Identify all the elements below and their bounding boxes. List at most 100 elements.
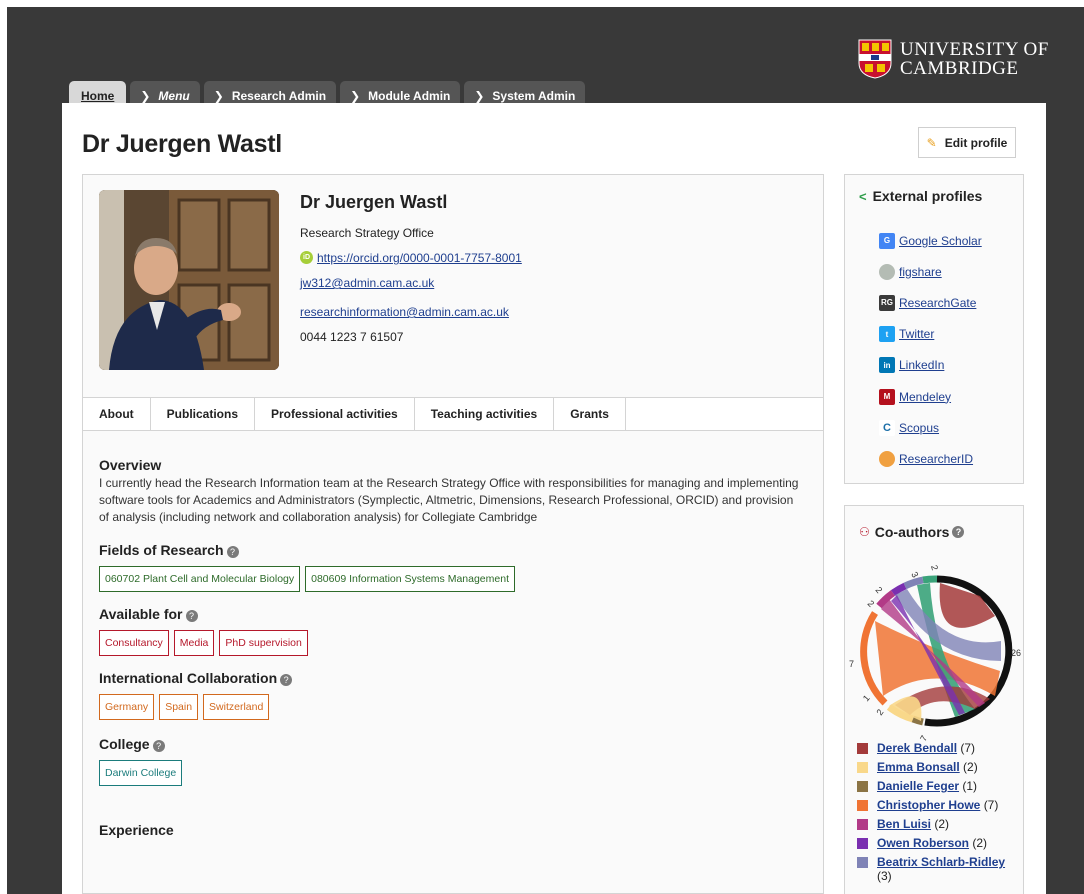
external-profile-link[interactable]: Google Scholar xyxy=(899,234,982,248)
coauthors-legend: Derek Bendall (7) Emma Bonsall (2) Danie… xyxy=(857,741,1022,888)
external-profile-item[interactable]: ResearcherID xyxy=(879,443,982,474)
profile-department: Research Strategy Office xyxy=(300,226,434,240)
external-profile-item[interactable]: figshare xyxy=(879,256,982,287)
external-profile-item[interactable]: RG ResearchGate xyxy=(879,287,982,318)
coauthor-count: (2) xyxy=(934,817,950,831)
coauthor-count: (2) xyxy=(963,760,978,774)
coauthors-heading-row: ⚇ Co-authors ? xyxy=(859,524,965,540)
country-chip[interactable]: Spain xyxy=(159,694,199,720)
email-link-primary[interactable]: jw312@admin.cam.ac.uk xyxy=(300,276,434,290)
coauthor-chord-diagram[interactable]: 2 3 2 2 26 7 1 2 7 xyxy=(845,546,1025,746)
tab-about[interactable]: About xyxy=(83,398,151,430)
help-icon[interactable]: ? xyxy=(952,526,965,538)
profile-tabs: About Publications Professional activiti… xyxy=(83,397,823,431)
main-content: Dr Juergen Wastl ✎ Edit profile Dr Juerg… xyxy=(62,103,1046,894)
fields-heading: Fields of Research xyxy=(99,542,224,558)
field-chip[interactable]: 060702 Plant Cell and Molecular Biology xyxy=(99,566,301,592)
email-row-1: jw312@admin.cam.ac.uk xyxy=(300,276,522,301)
tab-teaching-activities[interactable]: Teaching activities xyxy=(415,398,555,430)
coauthor-count: (1) xyxy=(962,779,978,793)
pencil-icon: ✎ xyxy=(926,135,937,150)
coauthors-panel: ⚇ Co-authors ? 2 3 2 2 26 7 1 2 7 Derek … xyxy=(844,505,1024,894)
chevron-right-icon: ❯ xyxy=(350,88,361,103)
share-icon: < xyxy=(859,188,867,204)
coauthor-link[interactable]: Christopher Howe xyxy=(877,798,980,812)
available-chip[interactable]: Media xyxy=(173,630,215,656)
coauthor-link[interactable]: Derek Bendall xyxy=(877,741,957,755)
fields-chips: 060702 Plant Cell and Molecular Biology … xyxy=(99,566,799,592)
external-profiles-heading: External profiles xyxy=(872,188,983,204)
external-profile-link[interactable]: LinkedIn xyxy=(899,358,944,372)
intl-heading: International Collaboration xyxy=(99,670,278,686)
country-chip[interactable]: Germany xyxy=(99,694,155,720)
linkedin-icon: in xyxy=(879,357,895,374)
college-chip[interactable]: Darwin College xyxy=(99,760,183,786)
country-chip[interactable]: Switzerland xyxy=(203,694,270,720)
edit-profile-button[interactable]: ✎ Edit profile xyxy=(918,127,1016,158)
coauthor-count: (7) xyxy=(960,741,976,755)
google-scholar-icon: G xyxy=(879,232,895,249)
field-chip[interactable]: 080609 Information Systems Management xyxy=(305,566,515,592)
twitter-icon: t xyxy=(879,326,895,343)
coauthor-link[interactable]: Ben Luisi xyxy=(877,817,931,831)
external-profile-item[interactable]: in LinkedIn xyxy=(879,350,982,381)
email-link-secondary[interactable]: researchinformation@admin.cam.ac.uk xyxy=(300,305,509,319)
chord-label: 26 xyxy=(1011,648,1021,658)
nav-tab-system-admin-label: System Admin xyxy=(492,88,576,103)
profile-phone: 0044 1223 7 61507 xyxy=(300,330,404,344)
orcid-row: iD https://orcid.org/0000-0001-7757-8001 xyxy=(300,251,522,276)
university-name-line1: UNIVERSITY OF xyxy=(900,39,1049,60)
tab-publications[interactable]: Publications xyxy=(151,398,255,430)
available-chip[interactable]: Consultancy xyxy=(99,630,169,656)
external-profile-item[interactable]: C Scopus xyxy=(879,412,982,443)
help-icon[interactable]: ? xyxy=(185,610,198,622)
edit-profile-label: Edit profile xyxy=(944,135,1008,150)
profile-photo xyxy=(99,190,279,370)
orcid-link[interactable]: https://orcid.org/0000-0001-7757-8001 xyxy=(317,251,522,265)
available-heading: Available for xyxy=(99,606,183,622)
university-logo[interactable]: UNIVERSITY OF CAMBRIDGE xyxy=(858,39,1049,79)
nav-tab-research-admin-label: Research Admin xyxy=(231,88,327,103)
external-profile-link[interactable]: ResearchGate xyxy=(899,296,976,310)
external-profile-link[interactable]: figshare xyxy=(899,265,942,279)
coauthor-item: Beatrix Schlarb-Ridley (3) xyxy=(857,855,1022,883)
coauthor-link[interactable]: Owen Roberson xyxy=(877,836,969,850)
college-chips: Darwin College xyxy=(99,760,799,786)
external-profile-link[interactable]: Mendeley xyxy=(899,390,951,404)
external-profile-item[interactable]: G Google Scholar xyxy=(879,225,982,256)
tab-grants[interactable]: Grants xyxy=(554,398,626,430)
coauthor-count: (3) xyxy=(877,869,892,883)
external-profile-link[interactable]: Scopus xyxy=(899,421,939,435)
external-profile-item[interactable]: t Twitter xyxy=(879,319,982,350)
tab-professional-activities[interactable]: Professional activities xyxy=(255,398,415,430)
external-profiles-panel: < External profiles G Google Scholar figs… xyxy=(844,174,1024,484)
coauthor-item: Owen Roberson (2) xyxy=(857,836,1022,850)
coauthor-link[interactable]: Danielle Feger xyxy=(877,779,959,793)
available-chip[interactable]: PhD supervision xyxy=(219,630,308,656)
help-icon[interactable]: ? xyxy=(280,674,293,686)
profile-name: Dr Juergen Wastl xyxy=(300,192,448,212)
nav-tab-module-admin-label: Module Admin xyxy=(368,88,451,103)
color-swatch xyxy=(857,800,868,811)
help-icon[interactable]: ? xyxy=(226,546,239,558)
overview-text: I currently head the Research Informatio… xyxy=(99,476,799,524)
coauthor-count: (7) xyxy=(983,798,999,812)
coauthor-item: Emma Bonsall (2) xyxy=(857,760,1022,774)
external-profile-item[interactable]: M Mendeley xyxy=(879,381,982,412)
about-section: Overview I currently head the Research I… xyxy=(99,457,799,838)
nav-tab-home-label[interactable]: Home xyxy=(81,89,114,103)
help-icon[interactable]: ? xyxy=(152,740,165,752)
chord-label: 2 xyxy=(929,564,940,571)
email-row-2: researchinformation@admin.cam.ac.uk xyxy=(300,305,522,330)
coauthor-item: Ben Luisi (2) xyxy=(857,817,1022,831)
figshare-icon xyxy=(879,263,895,280)
coauthor-link[interactable]: Emma Bonsall xyxy=(877,760,960,774)
external-profile-link[interactable]: Twitter xyxy=(899,327,934,341)
nav-tab-menu-label: Menu xyxy=(158,88,190,103)
color-swatch xyxy=(857,743,868,754)
color-swatch xyxy=(857,838,868,849)
intl-chips: Germany Spain Switzerland xyxy=(99,694,799,720)
color-swatch xyxy=(857,762,868,773)
external-profile-link[interactable]: ResearcherID xyxy=(899,452,973,466)
coauthor-link[interactable]: Beatrix Schlarb-Ridley xyxy=(877,855,1005,869)
